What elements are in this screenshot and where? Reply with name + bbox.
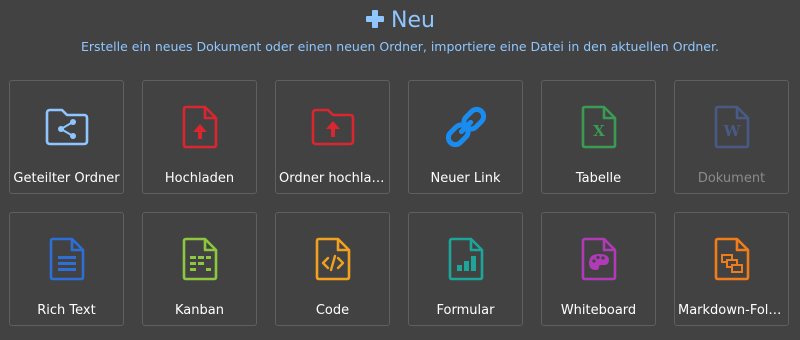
tile-upload-folder[interactable]: Ordner hochladen bbox=[275, 80, 390, 194]
tile-label: Geteilter Ordner bbox=[13, 171, 120, 186]
svg-text:X: X bbox=[593, 122, 605, 140]
upload-file-icon bbox=[182, 105, 217, 149]
tile-form[interactable]: Formular bbox=[408, 212, 523, 326]
rich-text-icon bbox=[49, 237, 84, 281]
svg-text:W: W bbox=[722, 122, 741, 140]
form-icon bbox=[448, 237, 483, 281]
new-item-dialog: Neu Erstelle ein neues Dokument oder ein… bbox=[0, 0, 800, 340]
tile-label: Ordner hochladen bbox=[279, 171, 386, 186]
tile-label: Neuer Link bbox=[430, 171, 501, 186]
tile-upload[interactable]: Hochladen bbox=[142, 80, 257, 194]
spreadsheet-icon: X bbox=[581, 105, 616, 149]
tile-label: Tabelle bbox=[575, 171, 622, 186]
tile-shared-folder[interactable]: Geteilter Ordner bbox=[9, 80, 124, 194]
tile-label: Code bbox=[315, 303, 350, 318]
tile-label: Hochladen bbox=[164, 171, 235, 186]
tile-rich-text[interactable]: Rich Text bbox=[9, 212, 124, 326]
shared-folder-icon bbox=[45, 108, 88, 146]
word-document-icon: W bbox=[714, 105, 749, 149]
tile-new-link[interactable]: Neuer Link bbox=[408, 80, 523, 194]
kanban-icon bbox=[182, 237, 217, 281]
tile-label: Formular bbox=[436, 303, 495, 318]
tile-label: Dokument bbox=[697, 171, 766, 186]
tile-spreadsheet[interactable]: X Tabelle bbox=[541, 80, 656, 194]
upload-folder-icon bbox=[311, 108, 354, 146]
dialog-title-text: Neu bbox=[391, 8, 435, 33]
slides-icon bbox=[714, 237, 749, 281]
whiteboard-icon bbox=[581, 237, 616, 281]
tile-document: W Dokument bbox=[674, 80, 789, 194]
tile-label: Markdown-Folien bbox=[678, 303, 785, 318]
tile-whiteboard[interactable]: Whiteboard bbox=[541, 212, 656, 326]
link-icon bbox=[445, 106, 486, 148]
tile-markdown-slides[interactable]: Markdown-Folien bbox=[674, 212, 789, 326]
plus-icon bbox=[366, 10, 385, 28]
dialog-title: Neu bbox=[0, 6, 800, 36]
tile-kanban[interactable]: Kanban bbox=[142, 212, 257, 326]
code-icon bbox=[315, 237, 350, 281]
dialog-subtitle: Erstelle ein neues Dokument oder einen n… bbox=[81, 39, 719, 54]
tile-label: Rich Text bbox=[37, 303, 96, 318]
tile-label: Whiteboard bbox=[560, 303, 637, 318]
tile-code[interactable]: Code bbox=[275, 212, 390, 326]
tile-label: Kanban bbox=[175, 303, 224, 318]
